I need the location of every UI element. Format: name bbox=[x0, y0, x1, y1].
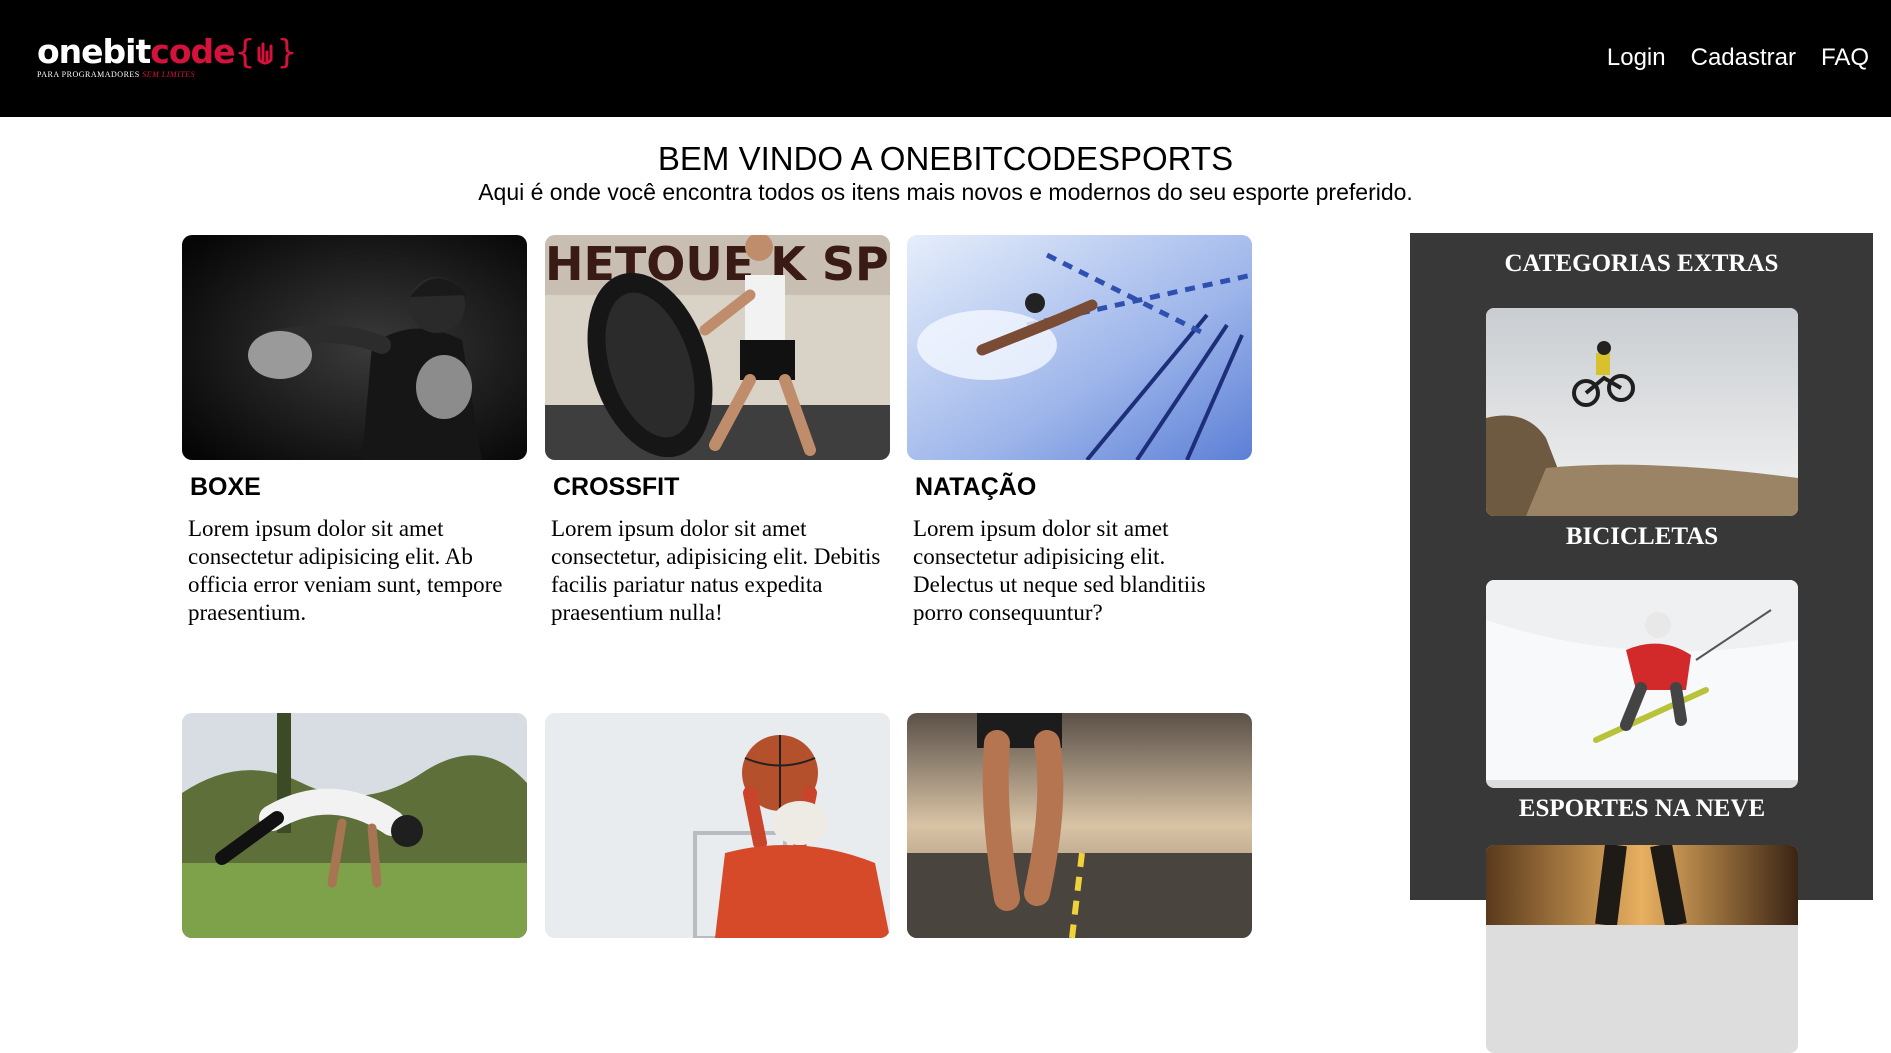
card-description: Lorem ipsum dolor sit amet consectetur, … bbox=[551, 516, 881, 625]
basketball-image bbox=[545, 713, 890, 938]
card-title: CROSSFIT bbox=[553, 473, 680, 501]
nav-register-link[interactable]: Cadastrar bbox=[1691, 44, 1796, 72]
sport-card-calisthenics[interactable] bbox=[182, 713, 527, 938]
nav-faq-link[interactable]: FAQ bbox=[1821, 44, 1869, 72]
extra-category-3[interactable] bbox=[1486, 845, 1798, 1053]
sidebar-title: CATEGORIAS EXTRAS bbox=[1504, 250, 1779, 277]
neve-image bbox=[1486, 580, 1798, 788]
card-description: Lorem ipsum dolor sit amet consectetur a… bbox=[913, 516, 1206, 625]
crossfit-image: HETOUE K SPOT bbox=[545, 235, 890, 460]
logo-tagline-white: PARA PROGRAMADORES bbox=[37, 70, 140, 79]
calisthenics-image bbox=[182, 713, 527, 938]
main-nav: Login Cadastrar FAQ bbox=[1607, 44, 1869, 72]
nav-login-link[interactable]: Login bbox=[1607, 44, 1666, 72]
sport-card-boxe[interactable]: BOXE Lorem ipsum dolor sit amet consecte… bbox=[182, 235, 527, 625]
sport-card-running[interactable] bbox=[907, 713, 1252, 938]
logo-tagline-red: SEM LIMITES bbox=[142, 70, 196, 79]
extra-category-bicicletas[interactable]: BICICLETAS bbox=[1486, 308, 1798, 551]
extra-category-label: BICICLETAS bbox=[1565, 523, 1719, 550]
bicicletas-image bbox=[1486, 308, 1798, 516]
logo-brace-icon: {} bbox=[234, 32, 298, 71]
boxe-image bbox=[182, 235, 527, 460]
logo[interactable]: onebitcode{} PARA PROGRAMADORES SEM LIMI… bbox=[37, 32, 298, 79]
extra-categories-sidebar: CATEGORIAS EXTRAS BICICLETAS ESPORTES NA… bbox=[1410, 233, 1873, 1053]
extra-category-3-image bbox=[1486, 845, 1798, 1053]
logo-text-red: code bbox=[150, 32, 235, 71]
sport-card-natacao[interactable]: NATAÇÃO Lorem ipsum dolor sit amet conse… bbox=[907, 235, 1252, 625]
svg-text:HETOUE K SPOT: HETOUE K SPOT bbox=[545, 237, 890, 291]
sport-card-crossfit[interactable]: HETOUE K SPOT CROSSFIT Lorem ipsum dolor… bbox=[545, 235, 890, 625]
welcome-subtitle: Aqui é onde você encontra todos os itens… bbox=[478, 179, 1413, 205]
sport-card-basketball[interactable] bbox=[545, 713, 890, 938]
logo-text-white: onebit bbox=[37, 32, 151, 71]
welcome-title: BEM VINDO A ONEBITCODESPORTS bbox=[657, 140, 1234, 177]
extra-category-esportes-na-neve[interactable]: ESPORTES NA NEVE bbox=[1486, 580, 1798, 823]
card-title: BOXE bbox=[190, 473, 261, 501]
running-image bbox=[907, 713, 1252, 938]
natacao-image bbox=[907, 235, 1252, 460]
extra-category-label: ESPORTES NA NEVE bbox=[1518, 795, 1766, 822]
card-title: NATAÇÃO bbox=[915, 473, 1037, 501]
card-description: Lorem ipsum dolor sit amet consectetur a… bbox=[188, 516, 503, 625]
top-navbar: onebitcode{} PARA PROGRAMADORES SEM LIMI… bbox=[0, 0, 1891, 117]
